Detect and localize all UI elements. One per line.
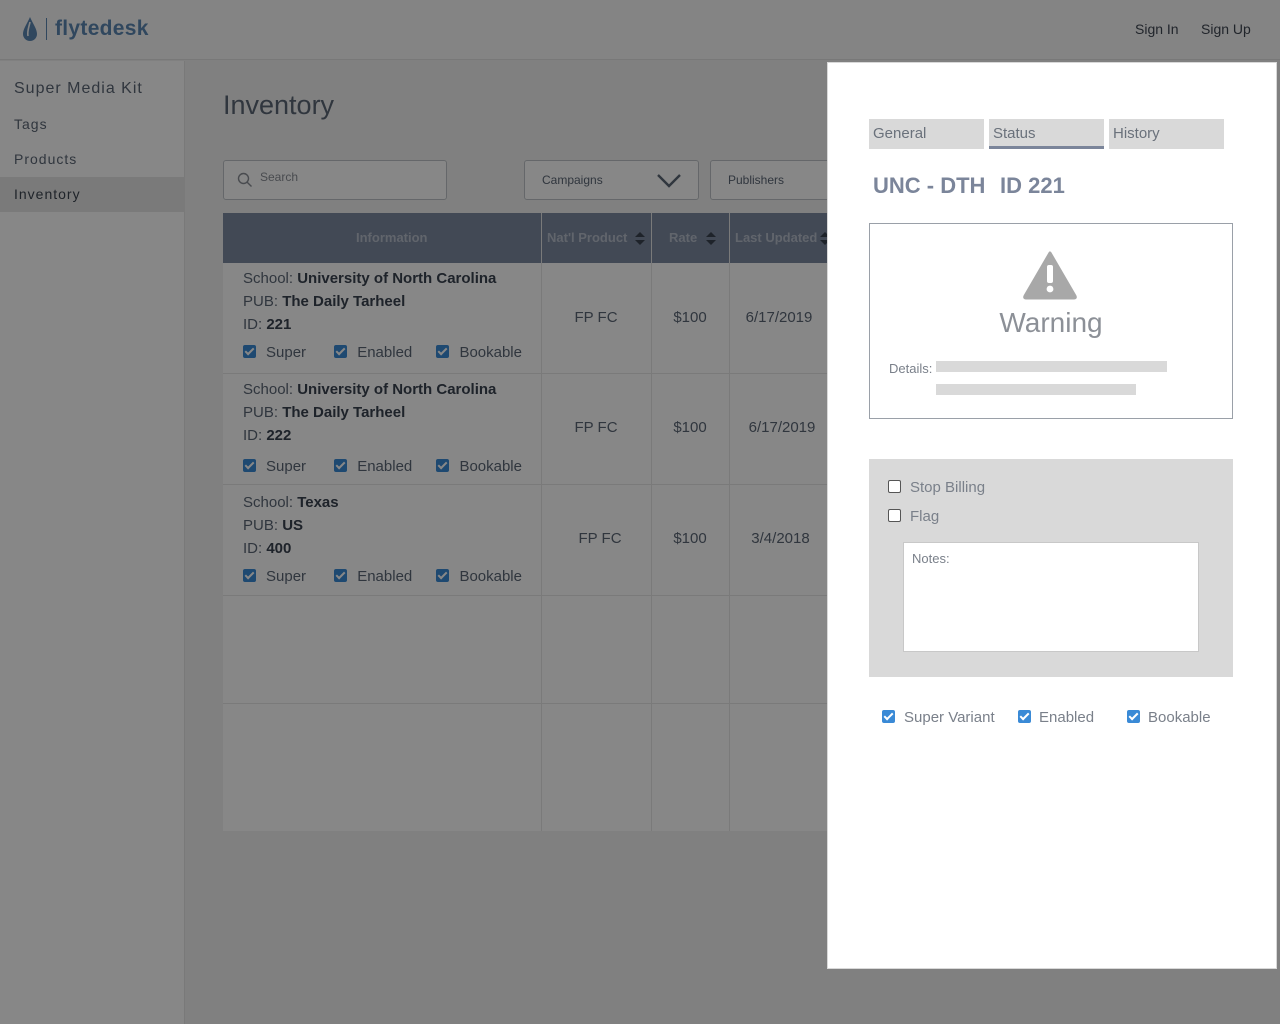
tab-history[interactable]: History xyxy=(1109,119,1224,149)
stop-billing-option[interactable]: Stop Billing xyxy=(888,479,985,496)
inventory-id: ID 221 xyxy=(1000,173,1065,198)
warning-box: Warning Details: xyxy=(869,223,1233,419)
status-panel: Stop Billing Flag xyxy=(869,459,1233,677)
inventory-code: UNC - DTH xyxy=(873,173,986,198)
flag-option[interactable]: Flag xyxy=(888,508,939,525)
enabled-label: Enabled xyxy=(1039,709,1095,726)
details-placeholder-line xyxy=(936,384,1136,395)
flag-checkbox[interactable] xyxy=(888,509,901,522)
flag-label: Flag xyxy=(910,508,940,525)
stop-billing-checkbox[interactable] xyxy=(888,480,901,493)
super-variant-label: Super Variant xyxy=(904,709,995,726)
tab-status[interactable]: Status xyxy=(989,119,1104,149)
notes-textarea[interactable] xyxy=(903,542,1199,652)
stop-billing-label: Stop Billing xyxy=(910,479,986,496)
enabled-option[interactable]: Enabled xyxy=(1018,709,1094,726)
super-variant-checkbox[interactable] xyxy=(882,710,895,723)
bookable-checkbox[interactable] xyxy=(1127,710,1140,723)
details-label: Details: xyxy=(889,361,933,376)
bookable-option[interactable]: Bookable xyxy=(1127,709,1211,726)
details-placeholder-line xyxy=(936,361,1167,372)
warning-title: Warning xyxy=(999,307,1103,338)
bookable-label: Bookable xyxy=(1148,709,1211,726)
warning-icon xyxy=(1023,251,1077,300)
status-modal: General Status History UNC - DTH ID 221 … xyxy=(827,62,1277,969)
tab-general[interactable]: General xyxy=(869,119,984,149)
enabled-checkbox[interactable] xyxy=(1018,710,1031,723)
super-variant-option[interactable]: Super Variant xyxy=(882,709,995,726)
